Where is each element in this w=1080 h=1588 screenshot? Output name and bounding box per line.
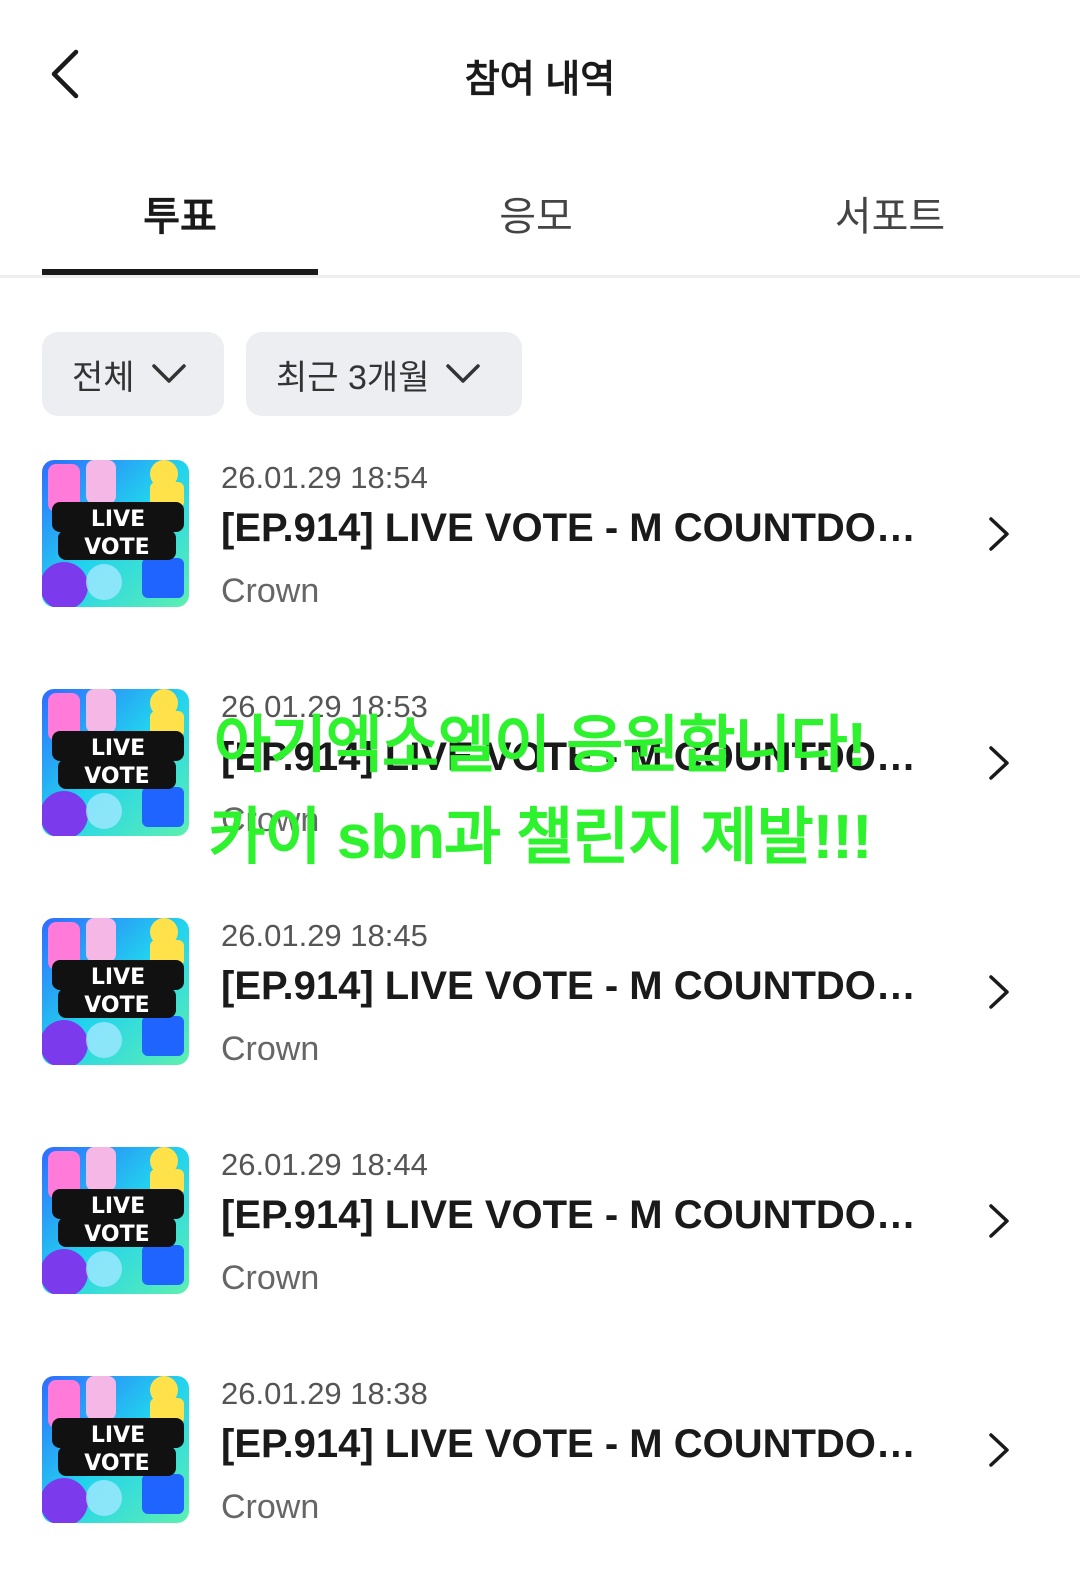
thumb-vote-text: VOTE: [84, 1222, 149, 1247]
item-title: [EP.914] LIVE VOTE - M COUNTDOWN: [221, 735, 931, 779]
item-title: [EP.914] LIVE VOTE - M COUNTDOWN: [221, 1422, 931, 1466]
item-subtitle: Crown: [221, 1488, 320, 1526]
item-date: 26.01.29 18:45: [221, 918, 428, 953]
tab-label: 투표: [143, 194, 217, 239]
live-vote-thumbnail: LIVE VOTE: [42, 460, 189, 607]
item-title: [EP.914] LIVE VOTE - M COUNTDOWN: [221, 506, 931, 550]
header: 참여 내역: [0, 0, 1080, 150]
tab-label: 서포트: [834, 194, 946, 239]
item-date: 26.01.29 18:38: [221, 1376, 428, 1411]
item-subtitle: Crown: [221, 572, 320, 610]
item-subtitle: Crown: [221, 1030, 320, 1068]
tab-entry[interactable]: 응모: [398, 150, 674, 275]
thumb-live-text: LIVE: [91, 1423, 145, 1448]
thumb-live-text: LIVE: [91, 965, 145, 990]
chevron-right-icon: [989, 1433, 1009, 1467]
category-filter-dropdown[interactable]: 전체: [42, 332, 224, 416]
active-tab-indicator: [42, 269, 318, 275]
list-item[interactable]: LIVE VOTE 26.01.29 18:53 [EP.914] LIVE V…: [0, 689, 1080, 849]
thumb-vote-text: VOTE: [84, 1451, 149, 1476]
live-vote-thumbnail: LIVE VOTE: [42, 1147, 189, 1294]
live-vote-thumbnail: LIVE VOTE: [42, 1376, 189, 1523]
live-vote-thumbnail: LIVE VOTE: [42, 918, 189, 1065]
tab-vote[interactable]: 투표: [42, 150, 318, 275]
thumb-live-text: LIVE: [91, 736, 145, 761]
list-item[interactable]: LIVE VOTE 26.01.29 18:38 [EP.914] LIVE V…: [0, 1376, 1080, 1536]
page-title: 참여 내역: [464, 59, 616, 101]
tab-bar: 투표 응모 서포트: [0, 150, 1080, 278]
item-date: 26.01.29 18:44: [221, 1147, 428, 1182]
item-subtitle: Crown: [221, 801, 320, 839]
item-date: 26.01.29 18:53: [221, 689, 428, 724]
thumb-live-text: LIVE: [91, 1194, 145, 1219]
chevron-right-icon: [989, 975, 1009, 1009]
thumb-vote-text: VOTE: [84, 535, 149, 560]
item-subtitle: Crown: [221, 1259, 320, 1297]
category-filter-label: 전체: [72, 358, 135, 397]
chevron-right-icon: [989, 517, 1009, 551]
chevron-down-icon: [446, 364, 481, 383]
list-item[interactable]: LIVE VOTE 26.01.29 18:45 [EP.914] LIVE V…: [0, 918, 1080, 1078]
period-filter-dropdown[interactable]: 최근 3개월: [246, 332, 522, 416]
list-item[interactable]: LIVE VOTE 26.01.29 18:44 [EP.914] LIVE V…: [0, 1147, 1080, 1307]
chevron-right-icon: [989, 746, 1009, 780]
thumb-live-text: LIVE: [91, 507, 145, 532]
item-title: [EP.914] LIVE VOTE - M COUNTDOWN: [221, 1193, 931, 1237]
live-vote-thumbnail: LIVE VOTE: [42, 689, 189, 836]
tab-label: 응모: [499, 194, 573, 239]
item-title: [EP.914] LIVE VOTE - M COUNTDOWN: [221, 964, 931, 1008]
chevron-right-icon: [989, 1204, 1009, 1238]
tab-support[interactable]: 서포트: [752, 150, 1028, 275]
chevron-down-icon: [151, 364, 186, 383]
list-item[interactable]: LIVE VOTE 26.01.29 18:54 [EP.914] LIVE V…: [0, 460, 1080, 620]
thumb-vote-text: VOTE: [84, 764, 149, 789]
item-date: 26.01.29 18:54: [221, 460, 428, 495]
thumb-vote-text: VOTE: [84, 993, 149, 1018]
period-filter-label: 최근 3개월: [276, 358, 430, 397]
